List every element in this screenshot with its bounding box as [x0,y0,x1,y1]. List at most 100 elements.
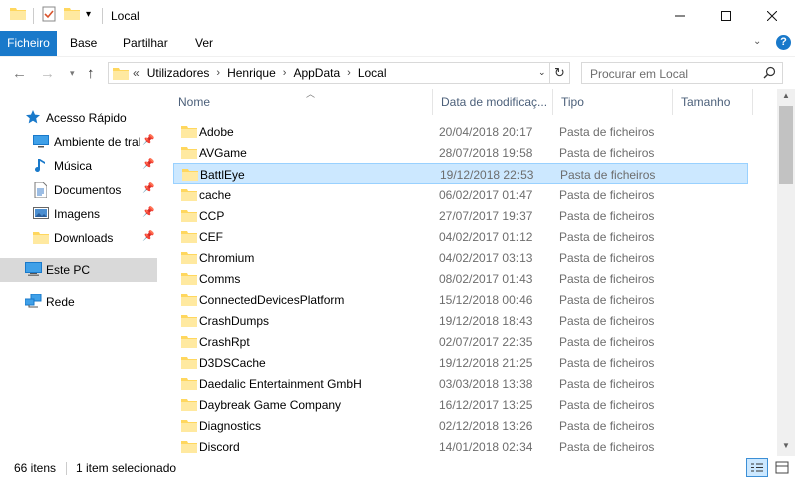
column-header-type[interactable]: Tipo [553,89,673,115]
file-name: ConnectedDevicesPlatform [199,293,345,307]
forward-arrow-icon[interactable]: → [40,65,55,82]
help-icon[interactable]: ? [776,35,791,50]
breadcrumb-item[interactable]: AppData [293,66,340,80]
folder-icon [113,66,129,83]
table-row[interactable]: BattlEye 19/12/2018 22:53 Pasta de ficheir… [173,163,748,184]
file-name: Adobe [199,125,234,139]
file-name: Diagnostics [199,419,262,433]
pin-icon[interactable]: 📌 [142,231,154,242]
properties-icon[interactable] [42,6,56,25]
file-name: cache [199,188,232,202]
scroll-up-icon[interactable]: ▲ [782,91,790,100]
column-header-size[interactable]: Tamanho [673,89,753,115]
tab-home[interactable]: Base [61,31,106,56]
scroll-down-icon[interactable]: ▼ [782,441,790,450]
network-icon [24,293,42,311]
sidebar-item-this-pc[interactable]: Este PC [0,258,157,282]
search-input[interactable]: Procurar em Local [581,62,783,84]
expand-ribbon-icon[interactable]: ⌄ [753,36,761,47]
table-row[interactable]: D3DSCache 19/12/2018 21:25 Pasta de fichei… [173,352,748,373]
chevron-right-icon[interactable]: › [347,67,351,79]
table-row[interactable]: CrashDumps 19/12/2018 18:43 Pasta de fiche… [173,310,748,331]
table-row[interactable]: Daedalic Entertainment GmbH 03/03/2018 13… [173,373,748,394]
folder-icon [181,439,197,456]
recent-locations-icon[interactable]: ▾ [70,68,75,79]
music-icon [35,158,47,177]
pin-icon[interactable]: 📌 [142,183,154,194]
sidebar-item-desktop[interactable]: Ambiente de trabalho 📌 [0,130,157,154]
sidebar-item-label: Este PC [46,263,91,277]
folder-icon[interactable] [10,6,26,23]
tab-share[interactable]: Partilhar [114,31,177,56]
back-arrow-icon[interactable]: ← [12,65,27,82]
sidebar-item-network[interactable]: Rede [0,290,157,314]
file-name: Chromium [199,251,255,265]
sidebar-item-pictures[interactable]: Imagens 📌 [0,202,157,226]
selection-count: 1 item selecionado [76,461,177,475]
item-count: 66 itens [14,461,57,475]
sidebar-item-label: Documentos [54,183,122,197]
up-arrow-icon[interactable]: ↑ [87,65,95,82]
address-dropdown-icon[interactable]: ⌄ [538,67,546,78]
tab-view[interactable]: Ver [186,31,222,56]
file-name: AVGame [199,146,247,160]
pin-icon[interactable]: 📌 [142,207,154,218]
table-row[interactable]: Comms 08/02/2017 01:43 Pasta de ficheiros [173,268,748,289]
table-row[interactable]: CCP 27/07/2017 19:37 Pasta de ficheiros [173,205,748,226]
details-view-button[interactable] [746,458,768,477]
chevron-right-icon[interactable]: › [216,67,220,79]
desktop-icon [33,134,49,151]
minimize-button[interactable] [657,0,703,31]
sidebar-item-label: Acesso Rápido [46,111,127,125]
table-row[interactable]: CrashRpt 02/07/2017 22:35 Pasta de ficheir… [173,331,748,352]
new-folder-icon[interactable] [64,6,80,23]
sidebar-item-downloads[interactable]: Downloads 📌 [0,226,157,250]
breadcrumb-item[interactable]: Local [358,66,387,80]
file-type: Pasta de ficheiros [559,314,655,328]
file-date: 04/02/2017 03:13 [439,251,533,265]
pin-icon[interactable]: 📌 [142,159,154,170]
address-bar[interactable]: « Utilizadores › Henrique › AppData › Lo… [108,62,550,84]
sidebar-item-music[interactable]: Música 📌 [0,154,157,178]
tab-file[interactable]: Ficheiro [0,31,57,56]
table-row[interactable]: Diagnostics 02/12/2018 13:26 Pasta de fich… [173,415,748,436]
file-type: Pasta de ficheiros [559,209,655,223]
table-row[interactable]: Discord 14/01/2018 02:34 Pasta de ficheiro… [173,436,748,457]
computer-icon [25,262,42,279]
vertical-scrollbar[interactable]: ▲ ▼ [777,89,795,456]
file-date: 04/02/2017 01:12 [439,230,533,244]
chevron-right-icon[interactable]: › [283,67,287,79]
folder-icon [181,313,197,330]
ribbon-tabs: Ficheiro Base Partilhar Ver ⌄ [0,31,795,56]
maximize-icon [721,10,731,21]
table-row[interactable]: CEF 04/02/2017 01:12 Pasta de ficheiros [173,226,748,247]
breadcrumb-item[interactable]: Utilizadores [147,66,210,80]
pin-icon[interactable]: 📌 [142,135,154,146]
large-icons-view-button[interactable] [772,458,792,477]
column-header-name[interactable]: Nome ︿ [170,89,433,115]
dropdown-arrow-icon[interactable]: ▾ [86,9,91,20]
file-type: Pasta de ficheiros [559,419,655,433]
table-row[interactable]: Adobe 20/04/2018 20:17 Pasta de ficheiros [173,121,748,142]
sidebar-item-quick-access[interactable]: Acesso Rápido [0,106,157,130]
column-header-date[interactable]: Data de modificaç... [433,89,553,115]
breadcrumb-item[interactable]: Henrique [227,66,276,80]
file-type: Pasta de ficheiros [559,398,655,412]
refresh-button[interactable]: ↻ [550,62,570,84]
table-row[interactable]: Daybreak Game Company 16/12/2017 13:25 Pas… [173,394,748,415]
file-type: Pasta de ficheiros [559,377,655,391]
folder-icon [182,167,198,184]
sidebar-item-documents[interactable]: Documentos 📌 [0,178,157,202]
folder-icon [181,334,197,351]
table-row[interactable]: Chromium 04/02/2017 03:13 Pasta de ficheir… [173,247,748,268]
table-row[interactable]: cache 06/02/2017 01:47 Pasta de ficheiros [173,184,748,205]
file-date: 19/12/2018 21:25 [439,356,533,370]
file-date: 14/01/2018 02:34 [439,440,533,454]
breadcrumb-overflow[interactable]: « [133,66,140,80]
scroll-thumb[interactable] [779,106,793,184]
maximize-button[interactable] [703,0,749,31]
close-button[interactable] [749,0,795,31]
navigation-pane: Acesso Rápido Ambiente de trabalho 📌 Mús… [0,89,160,456]
table-row[interactable]: AVGame 28/07/2018 19:58 Pasta de ficheiros [173,142,748,163]
table-row[interactable]: ConnectedDevicesPlatform 15/12/2018 00:46… [173,289,748,310]
